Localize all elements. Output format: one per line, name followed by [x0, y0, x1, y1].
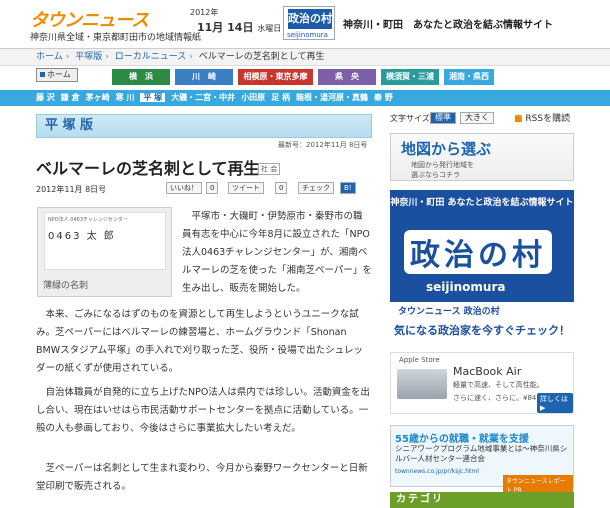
- crumb-sep: ›: [65, 52, 70, 62]
- paragraph-text: 芝ペーパーは名刺として生まれ変わり、今月から秦野ワークセンターと日新堂印刷で販売…: [36, 463, 368, 492]
- city-tab[interactable]: 藤 沢: [36, 93, 55, 102]
- city-tab[interactable]: 箱根・湯河原・真鶴: [296, 93, 368, 102]
- city-tab[interactable]: 平 塚: [140, 93, 166, 102]
- apple-cta-button[interactable]: 詳しくは ▶: [537, 393, 573, 413]
- article-date: 2012年11月 8日号: [36, 185, 107, 194]
- ad-strip: タウンニュース 政治の村 気になる政治家を今すぐチェック！: [390, 302, 574, 344]
- banner-title: 政治の村: [288, 9, 332, 29]
- region-tab[interactable]: 川 崎: [175, 69, 233, 85]
- region-tab[interactable]: 横須賀・三浦: [381, 69, 439, 85]
- breadcrumb: ホーム › 平塚版 › ローカルニュース › ベルマーレの芝名刺として再生: [0, 48, 610, 66]
- apple-store-label: Apple Store: [399, 356, 440, 364]
- crumb-edition[interactable]: 平塚版: [75, 52, 102, 62]
- map-select-box[interactable]: 地図から選ぶ 地図から発行地域を 選ぶならコチラ: [390, 133, 574, 181]
- article-paragraph: 自治体職員が自発的に立ち上げたNPO法人は県内では珍しい。活動資金を出し合い、現…: [36, 384, 372, 438]
- edition-header: 平 塚 版: [36, 114, 372, 138]
- rss-link[interactable]: ■ RSSを購読: [514, 111, 570, 124]
- map-sub-2: 選ぶならコチラ: [411, 171, 460, 179]
- paragraph-text: 自治体職員が自発的に立ち上げたNPO法人は県内では珍しい。活動資金を出し合い、現…: [36, 387, 370, 434]
- tweet-count: 0: [275, 182, 288, 194]
- product-name: MacBook Air: [453, 365, 522, 378]
- region-tab[interactable]: 横 浜: [112, 69, 170, 85]
- font-standard-button[interactable]: 標準: [430, 112, 456, 124]
- font-large-button[interactable]: 大きく: [460, 112, 494, 124]
- city-tab[interactable]: 秦 野: [374, 93, 393, 102]
- region-tab[interactable]: 県 央: [318, 69, 376, 85]
- crumb-sep: ›: [105, 52, 109, 62]
- tweet-button[interactable]: ツイート: [228, 182, 264, 194]
- city-tab[interactable]: 足 柄: [271, 93, 290, 102]
- like-count: 0: [206, 182, 219, 194]
- apple-ad[interactable]: Apple Store MacBook Air 軽量で高速、そして高性能。 さら…: [390, 352, 574, 414]
- city-tab[interactable]: 寒 川: [116, 93, 135, 102]
- card-org: NPO法人 0463チャレンジセンター: [48, 217, 128, 223]
- seiji-banner-logo[interactable]: 政治の村 seijinomura: [283, 6, 335, 40]
- date-year: 2012年: [190, 8, 219, 17]
- article-paragraph: 芝ペーパーは名刺として生まれ変わり、今月から秦野ワークセンターと日新堂印刷で販売…: [36, 460, 372, 496]
- date-text: 11月 14日: [197, 21, 254, 34]
- ad-header: 神奈川・町田 あなたと政治を結ぶ情報サイト: [390, 198, 574, 208]
- city-tab[interactable]: 大磯・二宮・中井: [171, 93, 235, 102]
- photo-caption: 薄緑の名刺: [43, 281, 89, 291]
- card-name: 0463 太 郎: [48, 231, 116, 242]
- ad-strip-line2: 気になる政治家を今すぐチェック！: [394, 324, 570, 337]
- crumb-current: ベルマーレの芝名刺として再生: [198, 52, 325, 62]
- category-tag[interactable]: 社 会: [258, 163, 281, 175]
- check-button[interactable]: チェック: [298, 182, 334, 194]
- article-paragraph: 平塚市・大磯町・伊勢原市・秦野市の職員有志を中心に今年8月に設立された「NPO法…: [182, 208, 372, 298]
- latest-issue: 最新号：2012年11月 8日号: [278, 141, 368, 149]
- city-tab[interactable]: 小田原: [241, 93, 265, 102]
- seiji-ad[interactable]: 神奈川・町田 あなたと政治を結ぶ情報サイト 政治の村 seijinomura タ…: [390, 190, 574, 344]
- region-tab[interactable]: 相模原・東京多摩: [238, 69, 313, 85]
- crumb-sep: ›: [189, 52, 193, 62]
- weekday: 水曜日: [257, 24, 282, 33]
- article-paragraph: 本来、ごみになるはずのものを資源として再生しようというユニークな試み。芝ペーパー…: [36, 306, 372, 378]
- job-desc: シニアワークプログラム地域事業とは～神奈川県シルバー人材センター連合会: [395, 444, 568, 463]
- laptop-icon: [397, 369, 447, 399]
- article-title: ベルマーレの芝名刺として再生: [36, 159, 260, 178]
- ad-strip-line1: タウンニュース 政治の村: [398, 307, 500, 317]
- category-header: カテゴリ: [390, 492, 574, 508]
- region-tab[interactable]: 湘南・県西: [444, 69, 494, 85]
- crumb-category[interactable]: ローカルニュース: [115, 52, 187, 62]
- map-sub-1: 地図から発行地域を: [411, 161, 474, 169]
- date-day: 11月 14日 水曜日: [197, 19, 281, 35]
- crumb-home[interactable]: ホーム: [36, 52, 63, 62]
- job-url[interactable]: townnews.co.jp/pr/ksjc.html: [395, 468, 479, 475]
- font-size-label: 文字サイズ: [390, 114, 430, 123]
- paragraph-text: 平塚市・大磯町・伊勢原市・秦野市の職員有志を中心に今年8月に設立された「NPO法…: [182, 211, 372, 294]
- city-nav: 藤 沢鎌 倉茅ヶ崎寒 川平 塚大磯・二宮・中井 小田原足 柄箱根・湯河原・真鶴秦 …: [0, 90, 610, 106]
- home-button[interactable]: ホーム: [36, 68, 78, 82]
- map-title: 地図から選ぶ: [401, 140, 492, 158]
- city-tab[interactable]: 茅ヶ崎: [86, 93, 110, 102]
- ad-big-title: 政治の村: [404, 230, 552, 274]
- banner-sub: seijinomura: [287, 31, 328, 39]
- paragraph-text: 本来、ごみになるはずのものを資源として再生しようというユニークな試み。芝ペーパー…: [36, 309, 363, 374]
- job-title: 55歳からの就職・就業を支援: [395, 434, 529, 445]
- ad-roman: seijinomura: [426, 280, 506, 294]
- product-desc: 軽量で高速、そして高性能。: [453, 381, 544, 389]
- site-logo[interactable]: タウンニュース: [30, 6, 180, 31]
- like-button[interactable]: いいね！: [166, 182, 202, 194]
- city-tab[interactable]: 鎌 倉: [61, 93, 80, 102]
- bookmark-icon[interactable]: B!: [340, 182, 356, 194]
- map-sub: 地図から発行地域を 選ぶならコチラ: [411, 160, 474, 180]
- job-ad[interactable]: 55歳からの就職・就業を支援 シニアワークプログラム地域事業とは～神奈川県シルバ…: [390, 425, 574, 495]
- site-tagline: 神奈川県全域・東京都町田市の地域情報紙: [30, 33, 202, 43]
- rss-label: RSSを購読: [525, 114, 571, 124]
- rss-icon: ■: [514, 114, 523, 124]
- business-card: NPO法人 0463チャレンジセンター 0463 太 郎: [44, 212, 166, 270]
- banner-text[interactable]: 神奈川・町田 あなたと政治を結ぶ情報サイト: [343, 16, 553, 31]
